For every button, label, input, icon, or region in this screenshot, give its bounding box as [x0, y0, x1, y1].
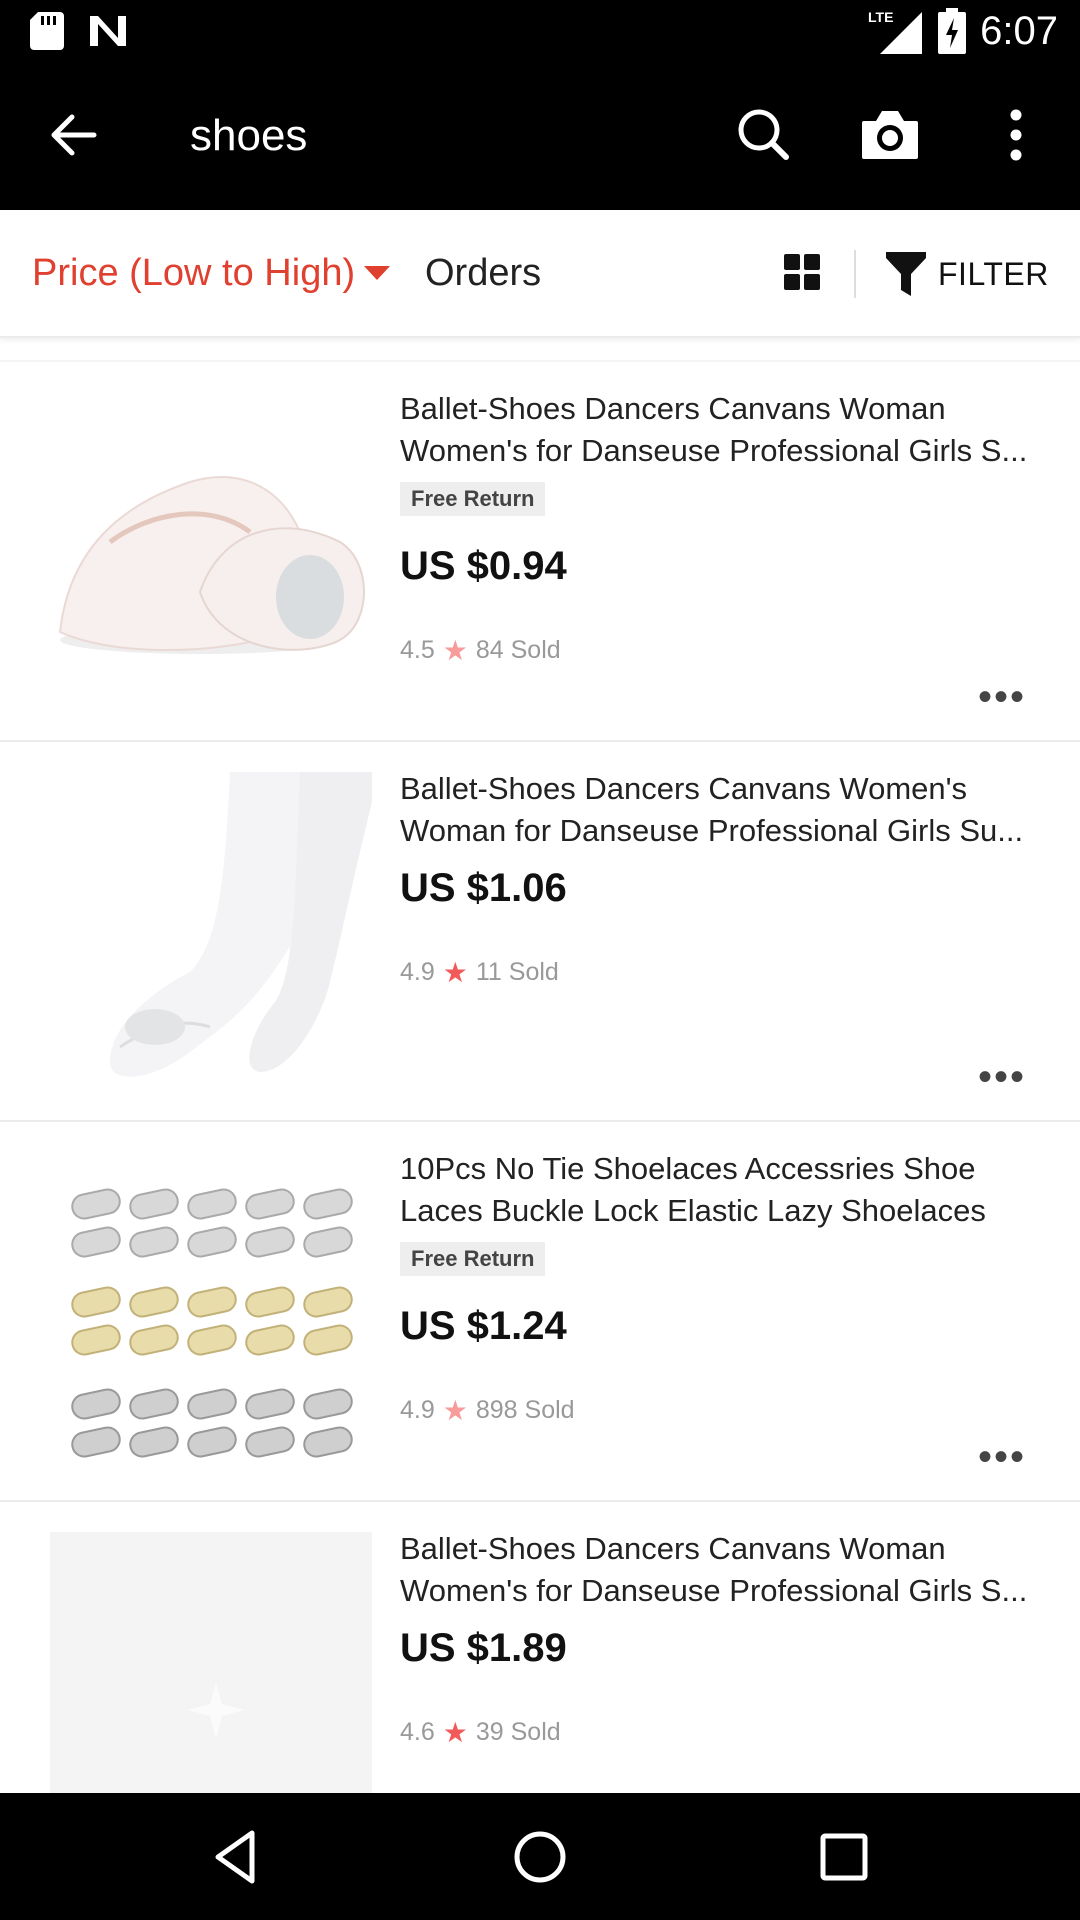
product-image-placeholder[interactable]: [50, 1532, 372, 1793]
product-title[interactable]: 10Pcs No Tie Shoelaces Accessries Shoe L…: [400, 1148, 1040, 1232]
product-title-line1: 10Pcs No Tie Shoelaces Accessries Shoe: [400, 1151, 976, 1186]
caret-down-icon[interactable]: [364, 266, 390, 280]
sort-divider: [854, 250, 856, 298]
notification-n-icon: [90, 16, 126, 46]
rating-value: 4.9: [400, 958, 435, 986]
product-price: US $1.24: [400, 1304, 567, 1348]
app-bar: shoes: [0, 63, 1080, 210]
more-vert-icon[interactable]: [984, 103, 1048, 167]
filter-label: FILTER: [938, 255, 1049, 292]
product-title[interactable]: Ballet-Shoes Dancers Canvans Woman Women…: [400, 388, 1040, 472]
sd-card-icon: [30, 12, 64, 50]
signal-icon: LTE: [868, 9, 923, 54]
home-circle-icon[interactable]: [510, 1827, 570, 1887]
product-card[interactable]: Ballet-Shoes Dancers Canvans Woman Women…: [0, 1502, 1080, 1793]
star-icon: ★: [442, 1717, 468, 1748]
status-bar: LTE 6:07: [0, 0, 1080, 63]
sold-count: 898 Sold: [475, 1396, 575, 1424]
free-return-badge: Free Return: [400, 1242, 546, 1276]
rating-row: 4.5 ★ 84 Sold: [400, 634, 561, 667]
more-options-icon[interactable]: •••: [978, 1437, 1026, 1477]
rating-value: 4.6: [400, 1718, 435, 1746]
rating-value: 4.9: [400, 1396, 435, 1424]
battery-charging-icon: [938, 8, 967, 54]
sold-count: 39 Sold: [475, 1718, 561, 1746]
product-list[interactable]: Ballet-Shoes Dancers Canvans Woman Women…: [0, 360, 1080, 1793]
sold-count: 11 Sold: [475, 958, 559, 986]
product-image-ballet-legs[interactable]: [50, 772, 372, 1094]
free-return-badge: Free Return: [400, 482, 546, 516]
product-price: US $1.89: [400, 1626, 567, 1670]
sort-bar: Price (Low to High) Orders FILTER: [0, 210, 1080, 338]
product-title-line2: Women's for Danseuse Professional Girls …: [400, 433, 1028, 468]
sort-price-button[interactable]: Price (Low to High): [32, 252, 355, 295]
camera-icon[interactable]: [858, 103, 922, 167]
product-card[interactable]: Ballet-Shoes Dancers Canvans Women's Wom…: [0, 742, 1080, 1122]
product-title[interactable]: Ballet-Shoes Dancers Canvans Women's Wom…: [400, 768, 1040, 852]
search-query-title[interactable]: shoes: [190, 111, 307, 161]
product-card[interactable]: 10Pcs No Tie Shoelaces Accessries Shoe L…: [0, 1122, 1080, 1502]
recents-square-icon[interactable]: [814, 1827, 874, 1887]
more-options-icon[interactable]: •••: [978, 677, 1026, 717]
star-icon: ★: [442, 635, 468, 666]
product-image-shoelaces[interactable]: [50, 1152, 372, 1474]
product-title-line2: Women's for Danseuse Professional Girls …: [400, 1573, 1028, 1608]
star-icon: ★: [442, 1395, 468, 1426]
product-price: US $1.06: [400, 866, 567, 910]
rating-row: 4.9 ★ 11 Sold: [400, 956, 559, 989]
network-type-label: LTE: [868, 9, 893, 25]
sort-orders-button[interactable]: Orders: [425, 252, 541, 295]
grid-view-icon[interactable]: [784, 254, 820, 290]
product-title-line2: Laces Buckle Lock Elastic Lazy Shoelaces: [400, 1193, 986, 1228]
filter-funnel-icon: [886, 252, 926, 296]
product-card[interactable]: Ballet-Shoes Dancers Canvans Woman Women…: [0, 362, 1080, 742]
rating-value: 4.5: [400, 636, 435, 664]
status-time: 6:07: [980, 8, 1058, 53]
rating-row: 4.6 ★ 39 Sold: [400, 1716, 561, 1749]
back-triangle-icon[interactable]: [206, 1827, 266, 1887]
product-title[interactable]: Ballet-Shoes Dancers Canvans Woman Women…: [400, 1528, 1040, 1612]
product-title-line2: Woman for Danseuse Professional Girls Su…: [400, 813, 1024, 848]
star-icon: ★: [442, 957, 468, 988]
back-arrow-icon[interactable]: [46, 107, 102, 163]
product-title-line1: Ballet-Shoes Dancers Canvans Women's: [400, 771, 968, 806]
product-image-ballet-shoes[interactable]: [50, 392, 372, 714]
product-price: US $0.94: [400, 544, 567, 588]
product-title-line1: Ballet-Shoes Dancers Canvans Woman: [400, 1531, 946, 1566]
rating-row: 4.9 ★ 898 Sold: [400, 1394, 575, 1427]
sold-count: 84 Sold: [475, 636, 561, 664]
search-icon[interactable]: [732, 103, 796, 167]
filter-button[interactable]: FILTER: [886, 248, 1049, 300]
more-options-icon[interactable]: •••: [978, 1057, 1026, 1097]
system-nav-bar: [0, 1793, 1080, 1920]
product-title-line1: Ballet-Shoes Dancers Canvans Woman: [400, 391, 946, 426]
